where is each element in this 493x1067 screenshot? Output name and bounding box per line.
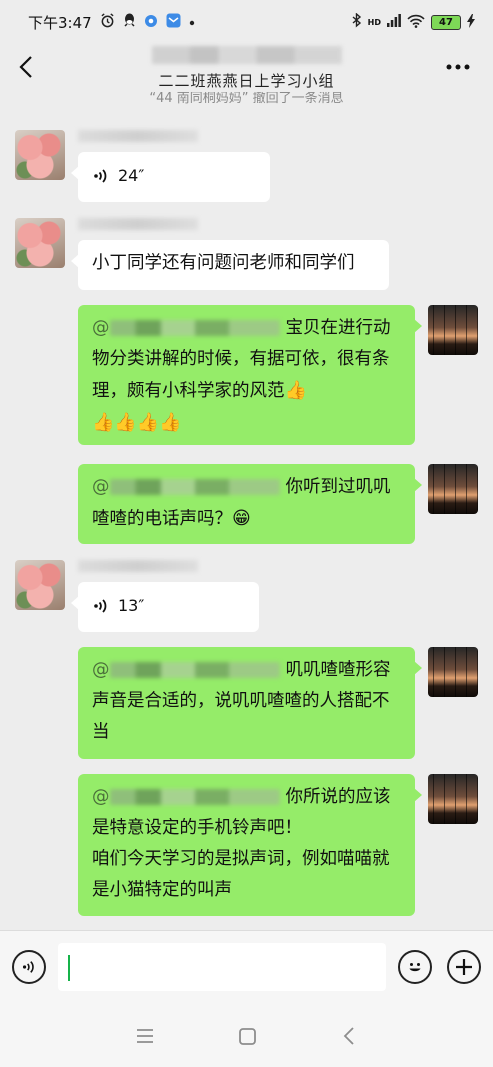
group-title: 二二班燕燕日上学习小组 (158, 72, 335, 90)
text-cursor (68, 955, 70, 981)
avatar[interactable] (15, 218, 65, 268)
voice-wave-icon (94, 598, 107, 613)
app-notification-icon (144, 14, 158, 31)
menu-nav-button[interactable] (130, 1022, 160, 1050)
blurred-mention (109, 479, 280, 495)
chevron-left-icon (343, 1027, 354, 1045)
mention-at: @ (92, 660, 110, 680)
qq-icon (123, 13, 136, 31)
blurred-sender-name (78, 218, 198, 230)
avatar[interactable] (428, 464, 478, 514)
recall-notice: “44 南同桐妈妈” 撤回了一条消息 (149, 92, 344, 106)
network-type-label: HD (367, 17, 381, 27)
voice-message-bubble[interactable]: 13″ (71, 582, 259, 632)
text-message-bubble[interactable]: @ 你听到过叽叽喳喳的电话声吗？😁 (78, 464, 422, 544)
message-input[interactable] (58, 943, 386, 991)
grinning-emoji-icon: 😁 (232, 508, 251, 529)
blurred-sender-name (78, 130, 198, 142)
plus-icon (456, 959, 472, 975)
more-dots-icon (446, 64, 470, 70)
chevron-left-icon (19, 56, 32, 78)
chat-header: 二二班燕燕日上学习小组 (0, 44, 493, 96)
avatar[interactable] (428, 774, 478, 824)
text-message-bubble[interactable]: @ 宝贝在进行动物分类讲解的时候，有据可依，很有条理，颇有小科学家的风范👍 👍👍👍… (78, 305, 422, 445)
wifi-icon (407, 14, 425, 31)
text-message-bubble[interactable]: @ 你所说的应该是特意设定的手机铃声吧！ 咱们今天学习的是拟声词，例如喵喵就是小猫… (78, 774, 422, 916)
clock-time: 下午3:47 (28, 13, 92, 32)
blurred-mention (109, 320, 280, 336)
mention-at: @ (92, 787, 110, 807)
status-bar: 下午3:47 HD 47 (0, 0, 493, 44)
text-message-bubble[interactable]: 小丁同学还有问题问老师和同学们 (71, 240, 389, 290)
voice-duration: 13″ (118, 596, 145, 615)
blurred-title-line (151, 46, 342, 64)
voice-wave-icon (22, 961, 34, 973)
more-notifications-dot-icon (189, 16, 195, 29)
mail-app-icon (166, 13, 181, 31)
square-home-icon (238, 1027, 256, 1045)
title-block: 二二班燕燕日上学习小组 (130, 44, 363, 91)
more-functions-button[interactable] (447, 950, 481, 984)
avatar[interactable] (15, 560, 65, 610)
battery-indicator: 47 (431, 14, 461, 30)
voice-input-toggle-button[interactable] (12, 950, 46, 984)
blurred-mention (109, 789, 280, 805)
text-message-bubble[interactable]: @ 叽叽喳喳形容声音是合适的，说叽叽喳喳的人搭配不当 (78, 647, 422, 759)
blurred-sender-name (78, 560, 198, 572)
avatar[interactable] (15, 130, 65, 180)
thumbs-up-emoji-icon: 👍 (92, 412, 115, 433)
thumbs-up-emoji-icon: 👍 (284, 380, 307, 401)
message-text-line-2: 咱们今天学习的是拟声词，例如喵喵就是小猫特定的叫声 (92, 849, 390, 900)
hamburger-icon (137, 1029, 153, 1043)
voice-wave-icon (94, 168, 107, 183)
system-nav-bar (0, 1004, 493, 1067)
avatar[interactable] (428, 647, 478, 697)
alarm-icon (100, 13, 115, 31)
voice-message-bubble[interactable]: 24″ (71, 152, 270, 202)
avatar[interactable] (428, 305, 478, 355)
home-nav-button[interactable] (232, 1022, 262, 1050)
back-button[interactable] (14, 52, 38, 82)
message-text: 小丁同学还有问题问老师和同学们 (92, 253, 355, 273)
signal-icon (387, 14, 401, 30)
thumbs-up-emoji-icon: 👍 (114, 412, 137, 433)
bluetooth-icon (352, 12, 362, 31)
more-options-button[interactable] (443, 54, 473, 80)
thumbs-up-emoji-icon: 👍 (136, 412, 160, 433)
back-nav-button[interactable] (334, 1022, 364, 1050)
charging-bolt-icon (467, 13, 475, 31)
mention-at: @ (92, 477, 110, 497)
blurred-mention (109, 662, 280, 678)
emoji-button[interactable] (398, 950, 432, 984)
voice-duration: 24″ (118, 166, 145, 185)
input-bar (0, 930, 493, 1004)
mention-at: @ (92, 318, 110, 338)
smiley-icon (409, 963, 421, 972)
thumbs-up-emoji-icon: 👍 (159, 412, 182, 433)
